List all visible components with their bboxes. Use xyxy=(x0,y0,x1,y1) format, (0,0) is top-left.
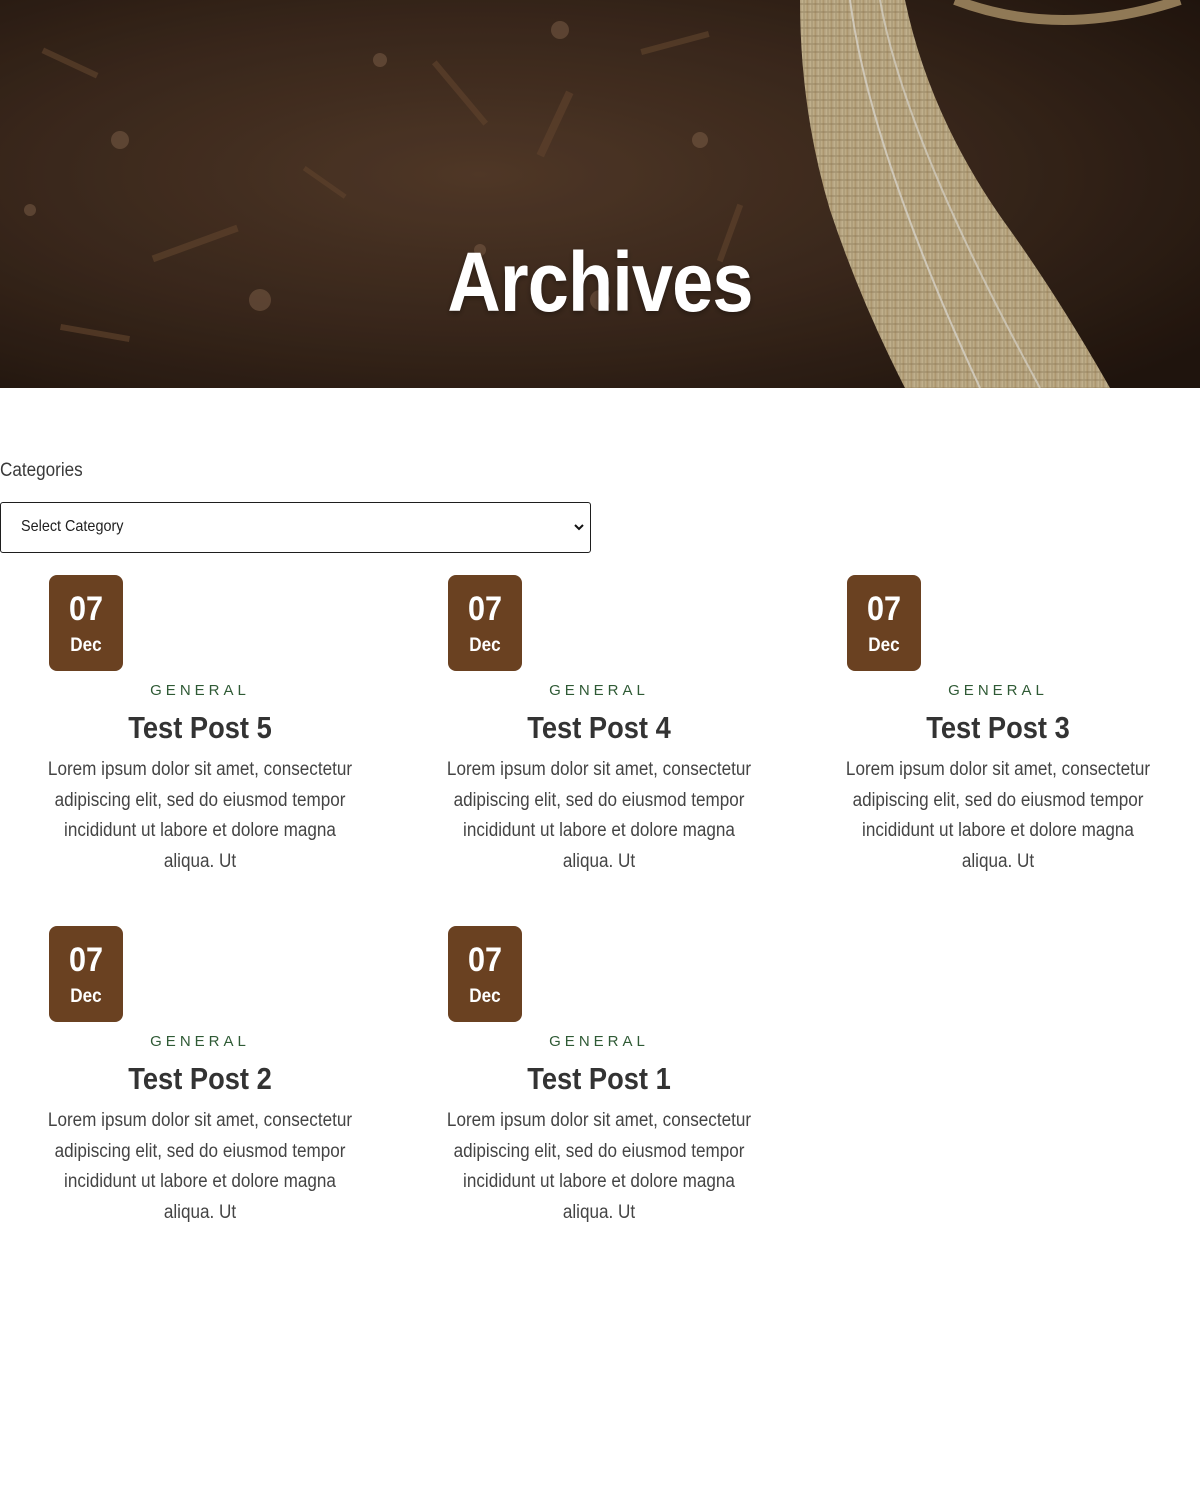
date-badge: 07 Dec xyxy=(847,575,921,671)
date-day: 07 xyxy=(866,590,902,628)
post-card[interactable]: 07 Dec GENERAL Test Post 1 Lorem ipsum d… xyxy=(399,926,799,1236)
post-category-link[interactable]: GENERAL xyxy=(798,681,1198,701)
date-day: 07 xyxy=(68,941,104,979)
post-category-link[interactable]: GENERAL xyxy=(399,681,799,701)
post-excerpt: Lorem ipsum dolor sit amet, consectetur … xyxy=(47,759,353,872)
hero-banner: Archives xyxy=(0,0,1200,388)
post-card[interactable]: 07 Dec GENERAL Test Post 2 Lorem ipsum d… xyxy=(0,926,400,1236)
date-badge: 07 Dec xyxy=(49,926,123,1022)
post-title-link[interactable]: Test Post 1 xyxy=(423,1060,775,1098)
post-card[interactable]: 07 Dec GENERAL Test Post 5 Lorem ipsum d… xyxy=(0,575,400,885)
date-month: Dec xyxy=(70,986,102,1007)
date-month: Dec xyxy=(469,635,501,656)
categories-heading: Categories xyxy=(0,460,83,481)
page-title: Archives xyxy=(447,235,753,329)
post-category-link[interactable]: GENERAL xyxy=(399,1032,799,1052)
date-day: 07 xyxy=(467,590,503,628)
date-badge: 07 Dec xyxy=(448,575,522,671)
date-day: 07 xyxy=(467,941,503,979)
post-card[interactable]: 07 Dec GENERAL Test Post 3 Lorem ipsum d… xyxy=(798,575,1198,885)
post-title-link[interactable]: Test Post 2 xyxy=(24,1060,376,1098)
post-excerpt: Lorem ipsum dolor sit amet, consectetur … xyxy=(446,1110,752,1223)
post-excerpt: Lorem ipsum dolor sit amet, consectetur … xyxy=(47,1110,353,1223)
post-category-link[interactable]: GENERAL xyxy=(0,1032,400,1052)
chevron-down-icon xyxy=(574,524,584,531)
post-title-link[interactable]: Test Post 4 xyxy=(423,709,775,747)
post-excerpt: Lorem ipsum dolor sit amet, consectetur … xyxy=(845,759,1151,872)
post-card[interactable]: 07 Dec GENERAL Test Post 4 Lorem ipsum d… xyxy=(399,575,799,885)
category-select-value: Select Category xyxy=(21,518,124,535)
date-month: Dec xyxy=(469,986,501,1007)
date-badge: 07 Dec xyxy=(49,575,123,671)
date-month: Dec xyxy=(70,635,102,656)
post-title-link[interactable]: Test Post 5 xyxy=(24,709,376,747)
date-month: Dec xyxy=(868,635,900,656)
post-category-link[interactable]: GENERAL xyxy=(0,681,400,701)
category-select[interactable]: Select Category xyxy=(0,502,591,553)
date-day: 07 xyxy=(68,590,104,628)
date-badge: 07 Dec xyxy=(448,926,522,1022)
post-excerpt: Lorem ipsum dolor sit amet, consectetur … xyxy=(446,759,752,872)
post-title-link[interactable]: Test Post 3 xyxy=(822,709,1174,747)
